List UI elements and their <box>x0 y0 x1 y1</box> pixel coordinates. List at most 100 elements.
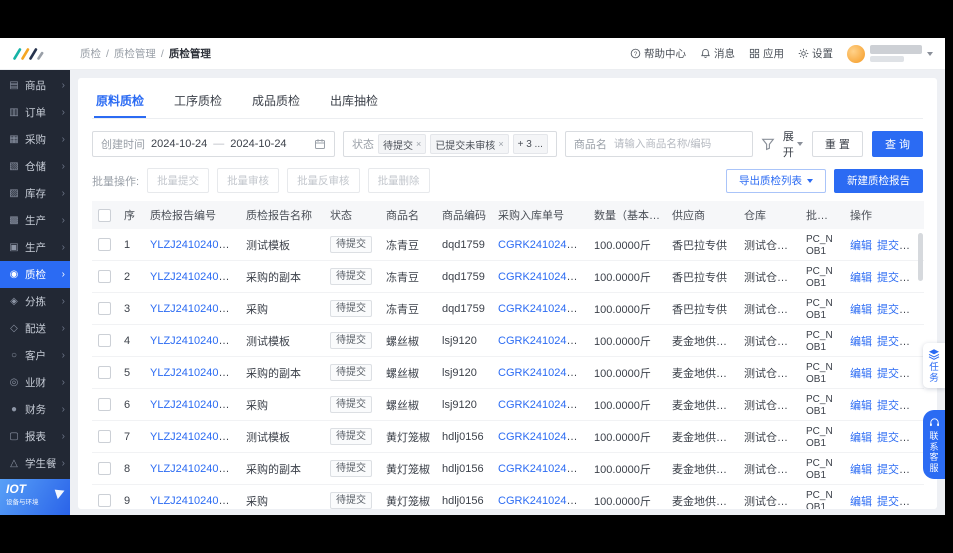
create-qc-report-button[interactable]: 新建质检报告 <box>834 168 923 193</box>
status-tag[interactable]: + 3 ... <box>512 134 548 154</box>
sidebar-item-storage[interactable]: ▧ 仓储 › <box>0 153 70 180</box>
inbound-no-link[interactable]: CGRK24102400004 <box>498 367 588 379</box>
product-name: 螺丝椒 <box>380 324 436 357</box>
headset-icon <box>929 418 939 427</box>
report-no-link[interactable]: YLZJ24102400029 <box>150 271 240 283</box>
create-time-range-picker[interactable]: 创建时间 2024-10-24 — 2024-10-24 <box>92 131 336 157</box>
filter-funnel-icon[interactable] <box>761 137 775 151</box>
inbound-no-link[interactable]: CGRK24102400005 <box>498 303 588 315</box>
row-action-edit[interactable]: 编辑 <box>850 400 872 412</box>
sidebar-item-purchase[interactable]: ▦ 采购 › <box>0 126 70 153</box>
sidebar-item-studentmeal[interactable]: △ 学生餐 › <box>0 450 70 477</box>
product-name-input[interactable] <box>611 137 744 151</box>
sidebar-item-customers[interactable]: ○ 客户 › <box>0 342 70 369</box>
report-no-link[interactable]: YLZJ24102400025 <box>150 399 240 411</box>
row-action-submit[interactable]: 提交 <box>877 272 899 284</box>
sidebar-item-qc[interactable]: ◉ 质检 › <box>0 261 70 288</box>
contact-support-button[interactable]: 联系客服 <box>923 410 945 479</box>
report-no-link[interactable]: YLZJ24102400027 <box>150 335 240 347</box>
sidebar-item-production[interactable]: ▩ 生产 › <box>0 207 70 234</box>
expand-toggle[interactable]: 展开 <box>783 128 803 160</box>
report-no-link[interactable]: YLZJ24102400024 <box>150 431 240 443</box>
vertical-scroll-thumb[interactable] <box>918 233 923 281</box>
report-no-link[interactable]: YLZJ24102400023 <box>150 463 240 475</box>
sidebar-item-goods[interactable]: ▤ 商品 › <box>0 72 70 99</box>
row-checkbox[interactable] <box>98 366 111 379</box>
row-action-submit[interactable]: 提交 <box>877 368 899 380</box>
sidebar-item-bizfinance[interactable]: ◎ 业财 › <box>0 369 70 396</box>
inbound-no-link[interactable]: CGRK24102400004 <box>498 463 588 475</box>
bizfinance-icon: ◎ <box>9 377 19 388</box>
row-action-submit[interactable]: 提交 <box>877 432 899 444</box>
reset-button[interactable]: 重 置 <box>811 131 863 157</box>
row-action-submit[interactable]: 提交 <box>877 336 899 348</box>
tab-工序质检[interactable]: 工序质检 <box>172 88 224 118</box>
breadcrumb-item[interactable]: 质检管理 <box>114 46 156 61</box>
report-no-link[interactable]: YLZJ24102400030 <box>150 239 240 251</box>
row-checkbox[interactable] <box>98 238 111 251</box>
sidebar-item-label: 分拣 <box>25 296 46 308</box>
status-tag[interactable]: 待提交 × <box>378 134 427 154</box>
row-action-submit[interactable]: 提交 <box>877 400 899 412</box>
task-panel-toggle[interactable]: 任务 <box>923 343 945 388</box>
report-no-link[interactable]: YLZJ24102400026 <box>150 367 240 379</box>
row-checkbox[interactable] <box>98 270 111 283</box>
inbound-no-link[interactable]: CGRK24102400005 <box>498 239 588 251</box>
row-checkbox[interactable] <box>98 494 111 507</box>
row-action-edit[interactable]: 编辑 <box>850 496 872 508</box>
row-action-edit[interactable]: 编辑 <box>850 432 872 444</box>
supplier: 麦金地供应商 <box>666 420 738 453</box>
batch-button-批量审核[interactable]: 批量审核 <box>217 168 280 193</box>
row-checkbox[interactable] <box>98 398 111 411</box>
row-checkbox[interactable] <box>98 334 111 347</box>
tag-close-icon[interactable]: × <box>416 139 421 149</box>
row-checkbox[interactable] <box>98 430 111 443</box>
top-action-message[interactable]: 消息 <box>700 46 735 61</box>
row-action-submit[interactable]: 提交 <box>877 240 899 252</box>
tab-出库抽检[interactable]: 出库抽检 <box>328 88 380 118</box>
row-action-edit[interactable]: 编辑 <box>850 336 872 348</box>
inbound-no-link[interactable]: CGRK24102400004 <box>498 495 588 507</box>
inbound-no-link[interactable]: CGRK24102400004 <box>498 335 588 347</box>
sidebar-item-inventory[interactable]: ▨ 库存 › <box>0 180 70 207</box>
inbound-no-link[interactable]: CGRK24102400004 <box>498 431 588 443</box>
select-all-checkbox[interactable] <box>98 208 111 222</box>
report-no-link[interactable]: YLZJ24102400022 <box>150 495 240 507</box>
sidebar-item-reports[interactable]: ▢ 报表 › <box>0 423 70 450</box>
sidebar-item-production2[interactable]: ▣ 生产 › <box>0 234 70 261</box>
tab-成品质检[interactable]: 成品质检 <box>250 88 302 118</box>
batch-button-批量提交[interactable]: 批量提交 <box>147 168 210 193</box>
row-action-edit[interactable]: 编辑 <box>850 272 872 284</box>
row-checkbox[interactable] <box>98 302 111 315</box>
tab-原料质检[interactable]: 原料质检 <box>94 88 147 118</box>
row-action-edit[interactable]: 编辑 <box>850 368 872 380</box>
row-action-edit[interactable]: 编辑 <box>850 304 872 316</box>
inbound-no-link[interactable]: CGRK24102400005 <box>498 271 588 283</box>
row-action-submit[interactable]: 提交 <box>877 464 899 476</box>
sidebar-item-delivery[interactable]: ◇ 配送 › <box>0 315 70 342</box>
export-qc-list-button[interactable]: 导出质检列表 <box>726 168 826 193</box>
sidebar-item-sorting[interactable]: ◈ 分拣 › <box>0 288 70 315</box>
row-action-edit[interactable]: 编辑 <box>850 464 872 476</box>
breadcrumb-item[interactable]: 质检 <box>80 46 101 61</box>
sidebar-item-orders[interactable]: ▥ 订单 › <box>0 99 70 126</box>
top-action-settings[interactable]: 设置 <box>798 46 833 61</box>
row-action-edit[interactable]: 编辑 <box>850 240 872 252</box>
row-action-submit[interactable]: 提交 <box>877 496 899 508</box>
status-filter-select[interactable]: 状态 待提交 × 已提交未审核 × + 3 ... <box>343 131 557 157</box>
tag-close-icon[interactable]: × <box>498 139 503 149</box>
inbound-no-link[interactable]: CGRK24102400004 <box>498 399 588 411</box>
search-button[interactable]: 查 询 <box>871 131 923 157</box>
product-code: dqd1759 <box>436 292 492 325</box>
batch-button-批量删除[interactable]: 批量删除 <box>367 168 430 193</box>
user-menu[interactable] <box>847 44 933 63</box>
batch-button-批量反审核[interactable]: 批量反审核 <box>287 168 360 193</box>
report-no-link[interactable]: YLZJ24102400028 <box>150 303 240 315</box>
status-tag[interactable]: 已提交未审核 × <box>430 134 509 154</box>
top-action-help[interactable]: ? 帮助中心 <box>630 46 686 61</box>
sidebar-item-finance[interactable]: ● 财务 › <box>0 396 70 423</box>
top-action-apps[interactable]: 应用 <box>749 46 784 61</box>
row-checkbox[interactable] <box>98 462 111 475</box>
row-action-submit[interactable]: 提交 <box>877 304 899 316</box>
topbar-actions: ? 帮助中心 消息 应用 设置 <box>630 46 833 61</box>
